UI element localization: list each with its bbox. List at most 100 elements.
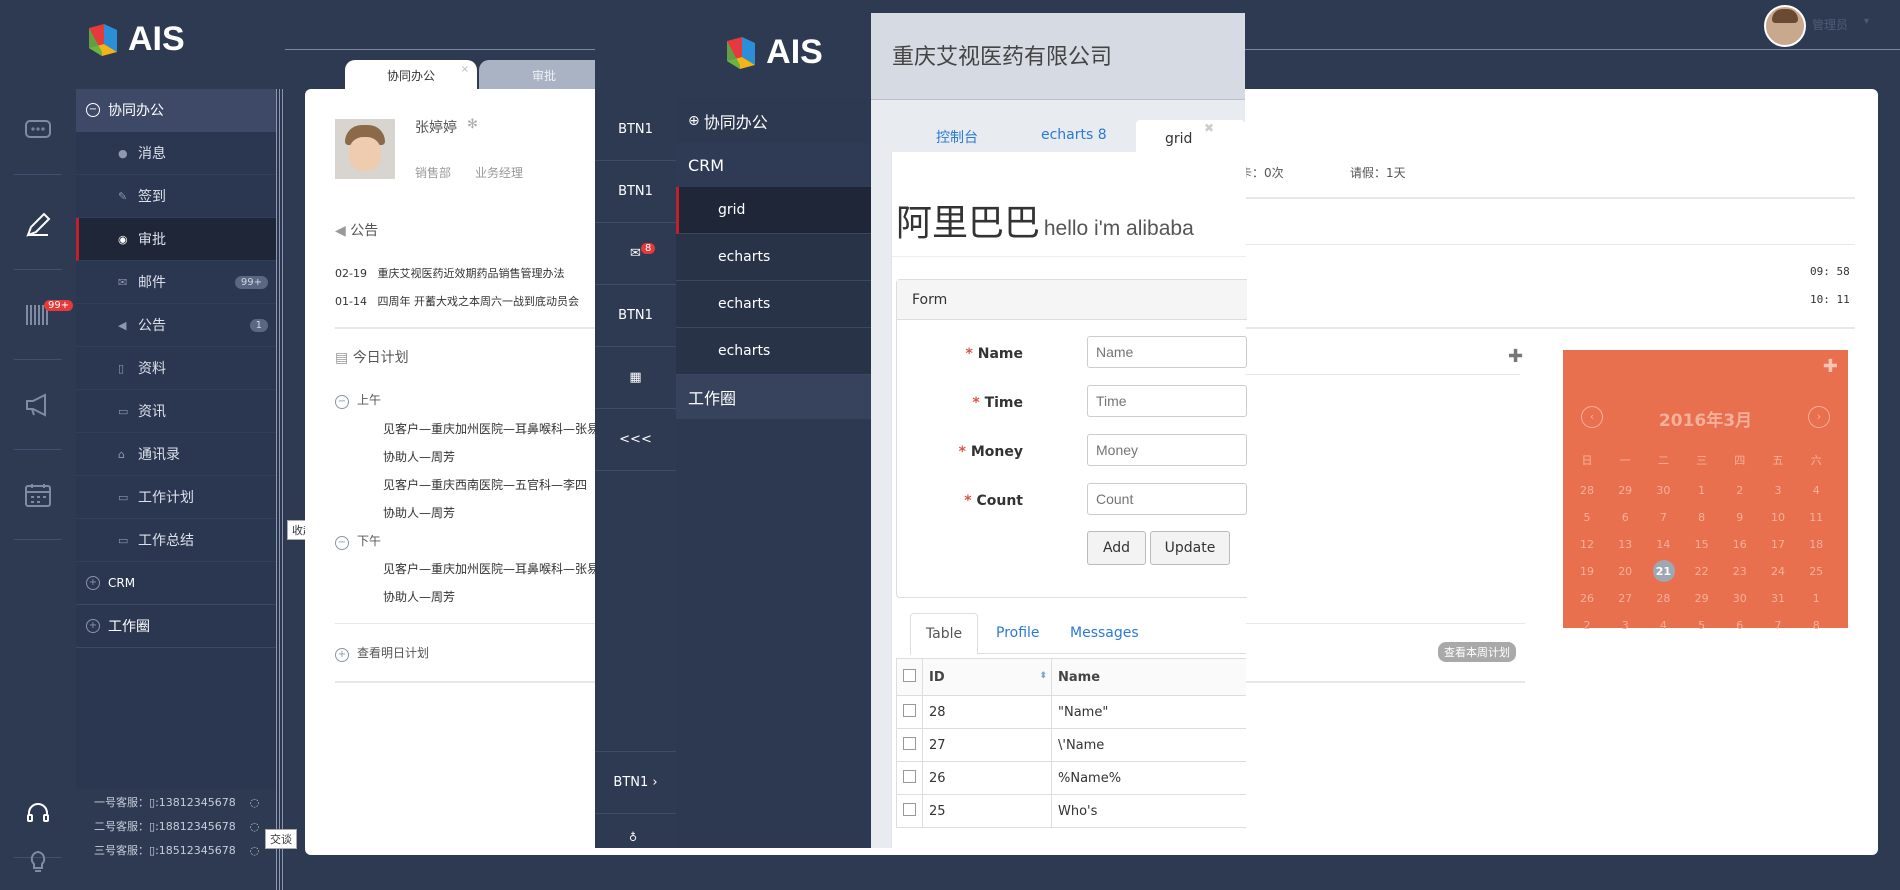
calendar-day[interactable]: 5 — [1683, 619, 1721, 632]
add-event-icon[interactable]: ✚ — [1823, 356, 1838, 377]
close-icon[interactable]: × — [461, 64, 469, 75]
calendar-day[interactable]: 28 — [1568, 484, 1606, 497]
calendar-day[interactable]: 2 — [1721, 484, 1759, 497]
calendar-day[interactable]: 8 — [1797, 619, 1835, 632]
menu-item-echarts[interactable]: echarts — [676, 281, 871, 328]
lightbulb-icon[interactable]: ♁ — [629, 831, 637, 844]
calendar-day[interactable]: 29 — [1606, 484, 1644, 497]
splitter-handle[interactable] — [276, 89, 284, 890]
calendar-day[interactable]: 10 — [1759, 511, 1797, 524]
calendar-day[interactable]: 27 — [1606, 592, 1644, 605]
lightbulb-icon[interactable] — [28, 850, 48, 877]
subtab-table[interactable]: Table — [910, 613, 978, 655]
calendar-day[interactable]: 23 — [1721, 565, 1759, 578]
user-name[interactable]: 管理员 — [1812, 16, 1848, 33]
calendar-day[interactable]: 13 — [1606, 538, 1644, 551]
tab-echarts[interactable]: echarts 8 — [1041, 127, 1107, 143]
user-avatar[interactable] — [1764, 5, 1806, 47]
table-row[interactable]: 28 "Name" — [896, 695, 1246, 729]
money-input[interactable] — [1087, 434, 1247, 466]
calendar-day[interactable]: 1 — [1797, 592, 1835, 605]
subtab-profile[interactable]: Profile — [996, 625, 1040, 641]
calendar-day[interactable]: 25 — [1797, 565, 1835, 578]
calendar-day[interactable]: 4 — [1797, 484, 1835, 497]
nav-group-office[interactable]: − 协同办公 — [76, 89, 280, 132]
checkbox[interactable] — [903, 802, 916, 816]
update-button[interactable]: Update — [1150, 531, 1230, 565]
menu-group-crm[interactable]: CRM — [676, 143, 871, 187]
tab-console[interactable]: 控制台 — [936, 127, 978, 147]
nav-item-mail[interactable]: ✉ 邮件 99+ — [76, 261, 280, 304]
calendar-day[interactable]: 2 — [1568, 619, 1606, 632]
add-plan-icon[interactable]: ✚ — [1508, 346, 1523, 367]
chat-icon[interactable]: ◌ — [250, 844, 260, 857]
calendar-day[interactable]: 1 — [1683, 484, 1721, 497]
calendar-rail-button[interactable]: ▦ — [595, 347, 676, 409]
tab-grid[interactable]: grid ✖ — [1136, 120, 1245, 156]
chevron-down-icon[interactable]: ▾ — [1864, 16, 1869, 27]
calendar-day[interactable]: 3 — [1759, 484, 1797, 497]
checkbox[interactable] — [903, 769, 916, 783]
calendar-day[interactable]: 20 — [1606, 565, 1644, 578]
calendar-day[interactable]: 29 — [1683, 592, 1721, 605]
btn1-more-button[interactable]: BTN1 › — [595, 751, 676, 814]
nav-item-notice[interactable]: ◀ 公告 1 — [76, 304, 280, 347]
nav-item-work-plan[interactable]: ▭ 工作计划 — [76, 476, 280, 519]
barcode-rail-button[interactable]: 99+ — [0, 270, 76, 360]
nav-item-contacts[interactable]: ⌂ 通讯录 — [76, 433, 280, 476]
mail-rail-button[interactable]: ✉ 8 — [595, 223, 676, 285]
nav-item-approval[interactable]: ◉ 审批 — [76, 218, 280, 261]
menu-item-echarts[interactable]: echarts — [676, 234, 871, 281]
calendar-day[interactable]: 24 — [1759, 565, 1797, 578]
calendar-day[interactable]: 4 — [1644, 619, 1682, 632]
nav-item-materials[interactable]: ▯ 资料 — [76, 347, 280, 390]
calendar-day[interactable]: 21 — [1644, 560, 1682, 582]
nav-item-message[interactable]: ● 消息 — [76, 132, 280, 175]
calendar-day[interactable]: 6 — [1606, 511, 1644, 524]
sort-icon[interactable]: ⬍ — [1039, 671, 1047, 681]
close-icon[interactable]: ✖ — [1204, 121, 1214, 135]
calendar-day[interactable]: 5 — [1568, 511, 1606, 524]
chat-icon[interactable]: ◌ — [250, 796, 260, 809]
menu-item-echarts[interactable]: echarts — [676, 328, 871, 375]
tab-office[interactable]: 协同办公 × — [345, 60, 477, 90]
calendar-day[interactable]: 11 — [1797, 511, 1835, 524]
announce-rail-button[interactable] — [0, 360, 76, 450]
checkbox[interactable] — [903, 668, 916, 682]
calendar-day[interactable]: 16 — [1721, 538, 1759, 551]
count-input[interactable] — [1087, 483, 1247, 515]
calendar-day[interactable]: 8 — [1683, 511, 1721, 524]
gear-icon[interactable]: ✻ — [467, 117, 478, 132]
calendar-day[interactable]: 18 — [1797, 538, 1835, 551]
calendar-day[interactable]: 30 — [1721, 592, 1759, 605]
edit-rail-button[interactable] — [0, 180, 76, 270]
calendar-day[interactable]: 28 — [1644, 592, 1682, 605]
week-plan-button[interactable]: 查看本周计划 — [1438, 642, 1516, 662]
calendar-day[interactable]: 17 — [1759, 538, 1797, 551]
time-input[interactable] — [1087, 385, 1247, 417]
subtab-messages[interactable]: Messages — [1070, 625, 1139, 641]
headset-rail-button[interactable] — [0, 770, 76, 858]
calendar-day[interactable]: 6 — [1721, 619, 1759, 632]
nav-item-work-summary[interactable]: ▭ 工作总结 — [76, 519, 280, 562]
select-all-cell[interactable] — [896, 658, 923, 696]
calendar-day[interactable]: 3 — [1606, 619, 1644, 632]
menu-item-grid[interactable]: grid — [676, 187, 871, 234]
pm-toggle[interactable]: − 下午 — [335, 532, 381, 550]
calendar-rail-button[interactable] — [0, 450, 76, 540]
nav-item-news[interactable]: ▭ 资讯 — [76, 390, 280, 433]
calendar-day[interactable]: 26 — [1568, 592, 1606, 605]
notice-row[interactable]: 02-19 重庆艾视医药近效期药品销售管理办法 — [335, 265, 564, 281]
calendar-day[interactable]: 30 — [1644, 484, 1682, 497]
calendar-day[interactable]: 7 — [1644, 511, 1682, 524]
checkbox[interactable] — [903, 736, 916, 750]
name-input[interactable] — [1087, 336, 1247, 368]
calendar-day[interactable]: 7 — [1759, 619, 1797, 632]
chat-icon[interactable]: ◌ — [250, 820, 260, 833]
calendar-day[interactable]: 22 — [1683, 565, 1721, 578]
calendar-day[interactable]: 19 — [1568, 565, 1606, 578]
calendar-day[interactable]: 9 — [1721, 511, 1759, 524]
name-header[interactable]: Name — [1051, 658, 1246, 696]
message-rail-button[interactable] — [0, 85, 76, 175]
nav-group-crm[interactable]: + CRM — [76, 562, 280, 605]
